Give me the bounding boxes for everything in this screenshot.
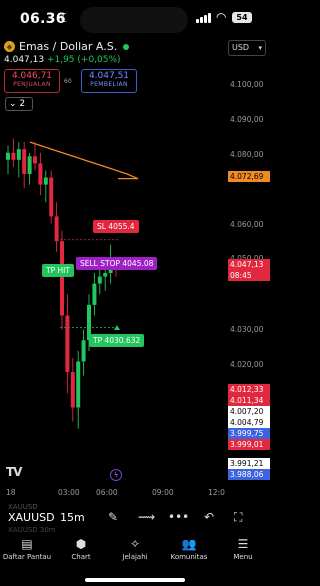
take-profit-badge[interactable]: TP 4030.632 xyxy=(89,334,145,347)
price-change: +1,95 (+0,05%) xyxy=(46,55,121,65)
currency-value: USD xyxy=(232,43,250,52)
tp-marker xyxy=(114,325,120,330)
price-axis-tag: 4.011,34 xyxy=(228,395,270,406)
candle-body xyxy=(92,283,97,305)
price-axis-tag: 08:45 xyxy=(228,270,270,281)
spread-value: 60 xyxy=(64,78,72,85)
last-price: 4.047,13 xyxy=(4,55,45,65)
price-axis-tag: 4.004,79 xyxy=(228,417,270,428)
candle-body xyxy=(103,273,108,277)
price-axis-tag: 3.999,01 xyxy=(228,439,270,450)
price-axis-tag: 4.007,20 xyxy=(228,406,270,417)
price-axis-label: 4.100,00 xyxy=(230,80,264,89)
price-axis-tag: 4.072,69 xyxy=(228,171,270,182)
price-axis-label: 4.090,00 xyxy=(230,115,264,124)
candle-body xyxy=(49,177,54,217)
chevron-down-icon: ▾ xyxy=(258,44,262,52)
pen-icon[interactable]: ✎ xyxy=(108,510,118,524)
nav-label: Chart xyxy=(71,553,91,561)
chevron-down-icon: ⌄ xyxy=(9,99,17,109)
symbol-title: Emas / Dollar A.S. xyxy=(19,40,118,53)
price-axis-tag: 3.999,75 xyxy=(228,428,270,439)
price-summary: 4.047,13 +1,95 (+0,05%) xyxy=(4,55,121,65)
sell-stop-badge[interactable]: SELL STOP 4045.08 xyxy=(76,257,158,270)
nav-watchlist[interactable]: ▤ Daftar Pantau xyxy=(0,532,54,586)
time-axis-label: 12:0 xyxy=(208,488,225,497)
price-axis-tag: 4.047,13 xyxy=(228,259,270,270)
nav-label: Jelajahi xyxy=(122,553,148,561)
undo-icon[interactable]: ↶ xyxy=(204,510,214,524)
stop-loss-badge[interactable]: SL 4055.4 xyxy=(93,220,139,233)
time-axis-label: 03:00 xyxy=(58,488,80,497)
candle-body xyxy=(70,372,75,408)
nav-label: Daftar Pantau xyxy=(2,553,52,561)
sell-price: 4.046,71 xyxy=(11,71,53,81)
list-icon: ▤ xyxy=(21,537,33,551)
tradingview-logo: TV xyxy=(6,465,23,479)
price-axis-label: 4.060,00 xyxy=(230,220,264,229)
candle-body xyxy=(38,163,43,185)
indicators-toggle-button[interactable]: ⌄ 2 xyxy=(5,97,33,111)
nav-label: Komunitas xyxy=(170,553,208,561)
gold-icon: ◆ xyxy=(4,41,15,52)
time-axis-label: 18 xyxy=(6,488,16,497)
symbol-header[interactable]: ◆ Emas / Dollar A.S. xyxy=(4,40,130,53)
candle-body xyxy=(81,340,86,362)
market-open-icon xyxy=(123,43,130,50)
currency-select[interactable]: USD ▾ xyxy=(228,40,266,56)
candle-body xyxy=(76,361,81,408)
candle-body xyxy=(16,149,21,160)
sell-label: PENJUALAN xyxy=(13,81,51,88)
price-axis-tag: 3.991,21 xyxy=(228,458,270,469)
price-axis-tag: 3.988,06 xyxy=(228,469,270,480)
candle-body xyxy=(43,177,48,185)
candle-body xyxy=(11,152,16,160)
timeframe-selector[interactable]: 15m xyxy=(60,511,85,524)
flash-icon[interactable]: ϟ xyxy=(110,469,122,481)
candle-body xyxy=(33,156,37,164)
buy-price: 4.047,51 xyxy=(88,71,130,81)
candle-body xyxy=(60,241,64,316)
candle-body xyxy=(6,152,10,160)
previous-symbol-ghost: XAUUSD xyxy=(8,503,38,511)
price-axis-label: 4.080,00 xyxy=(230,150,264,159)
candle-body xyxy=(27,156,32,174)
fullscreen-icon[interactable]: ⛶ xyxy=(234,510,242,525)
time-axis-label: 09:00 xyxy=(152,488,174,497)
price-axis-label: 4.030,00 xyxy=(230,325,264,334)
community-icon: 👥 xyxy=(181,537,197,551)
chart-toolbar: XAUUSD XAUUSD XAUUSD 30m 15m ✎ ⟿ ••• ↶ ⛶ xyxy=(0,503,270,534)
buy-label: PEMBELIAN xyxy=(90,81,128,88)
price-axis-label: 4.020,00 xyxy=(230,360,264,369)
time-axis-label: 06:00 xyxy=(96,488,118,497)
sell-button[interactable]: 4.046,71 PENJUALAN xyxy=(4,69,60,93)
nav-label: Menu xyxy=(233,553,253,561)
chart-icon: ⬢ xyxy=(75,537,87,551)
indicators-icon[interactable]: ⟿ xyxy=(138,510,155,524)
buy-button[interactable]: 4.047,51 PEMBELIAN xyxy=(81,69,137,93)
symbol-selector[interactable]: XAUUSD xyxy=(8,511,55,524)
candle-body xyxy=(22,149,27,174)
candle-body xyxy=(54,216,59,242)
explore-icon: ✧ xyxy=(129,537,141,551)
candle-body xyxy=(97,276,102,284)
price-axis-tag: 4.012,33 xyxy=(228,384,270,395)
candle-body xyxy=(65,315,70,373)
menu-icon: ☰ xyxy=(237,537,249,551)
indicators-count: 2 xyxy=(19,99,26,109)
nav-menu[interactable]: ☰ Menu xyxy=(216,532,270,586)
home-indicator xyxy=(85,578,185,582)
tp-hit-badge[interactable]: TP HIT xyxy=(42,264,74,277)
more-icon[interactable]: ••• xyxy=(168,510,189,524)
